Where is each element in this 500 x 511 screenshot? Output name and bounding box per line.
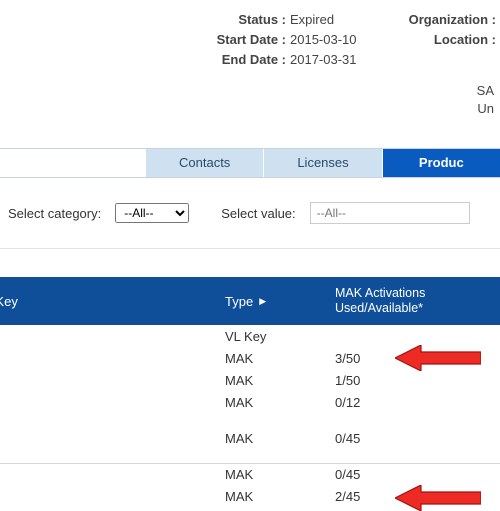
table-body: VL Key MAK 3/50 MAK 1/50 MAK 0/12 MAK 0/… [0, 325, 500, 507]
sort-asc-icon: ▶ [259, 296, 266, 307]
cell-mak: 3/50 [335, 351, 500, 366]
org-extra-line1: SA [0, 82, 500, 100]
license-details: Status : Expired Organization : Start Da… [0, 0, 500, 118]
col-product-key[interactable]: oduct Key [0, 294, 225, 309]
cell-mak: 0/12 [335, 395, 500, 410]
cell-type: MAK [225, 431, 335, 446]
cell-type: MAK [225, 467, 335, 482]
table-header: oduct Key Type ▶ MAK Activations Used/Av… [0, 277, 500, 325]
col-type[interactable]: Type ▶ [225, 294, 335, 309]
cell-mak: 1/50 [335, 373, 500, 388]
table-row[interactable]: MAK 3/50 [0, 347, 500, 369]
org-extra-line2: Un [0, 100, 500, 118]
tab-contacts[interactable]: Contacts [145, 149, 263, 177]
cell-mak: 2/45 [335, 489, 500, 504]
start-date-value: 2015-03-10 [290, 30, 375, 50]
select-category-dropdown[interactable]: --All-- [115, 203, 189, 223]
status-label: Status : [0, 10, 290, 30]
cell-type: MAK [225, 395, 335, 410]
filter-bar: Select category: --All-- Select value: [0, 178, 500, 249]
table-row[interactable]: MAK 2/45 [0, 485, 500, 507]
cell-type: VL Key [225, 329, 335, 344]
cell-type: MAK [225, 351, 335, 366]
table-row[interactable]: MAK 0/45 [0, 427, 500, 449]
table-row[interactable]: MAK 1/50 [0, 369, 500, 391]
tab-product-keys[interactable]: Produc [382, 149, 500, 177]
table-row[interactable]: MAK 0/12 [0, 391, 500, 413]
select-value-input[interactable] [310, 202, 470, 224]
tab-licenses[interactable]: Licenses [263, 149, 381, 177]
table-row[interactable]: VL Key [0, 325, 500, 347]
end-date-label: End Date : [0, 50, 290, 70]
end-date-value: 2017-03-31 [290, 50, 375, 70]
location-label: Location : [375, 30, 500, 50]
cell-type: MAK [225, 373, 335, 388]
status-value: Expired [290, 10, 375, 30]
table-row[interactable]: MAK 0/45 [0, 463, 500, 485]
cell-mak: 0/45 [335, 431, 500, 446]
col-mak-activations[interactable]: MAK Activations Used/Available* [335, 286, 500, 316]
organization-label: Organization : [375, 10, 500, 30]
cell-mak: 0/45 [335, 467, 500, 482]
start-date-label: Start Date : [0, 30, 290, 50]
select-category-label: Select category: [8, 206, 101, 221]
tab-bar: Contacts Licenses Produc [0, 148, 500, 178]
cell-type: MAK [225, 489, 335, 504]
select-value-label: Select value: [221, 206, 295, 221]
